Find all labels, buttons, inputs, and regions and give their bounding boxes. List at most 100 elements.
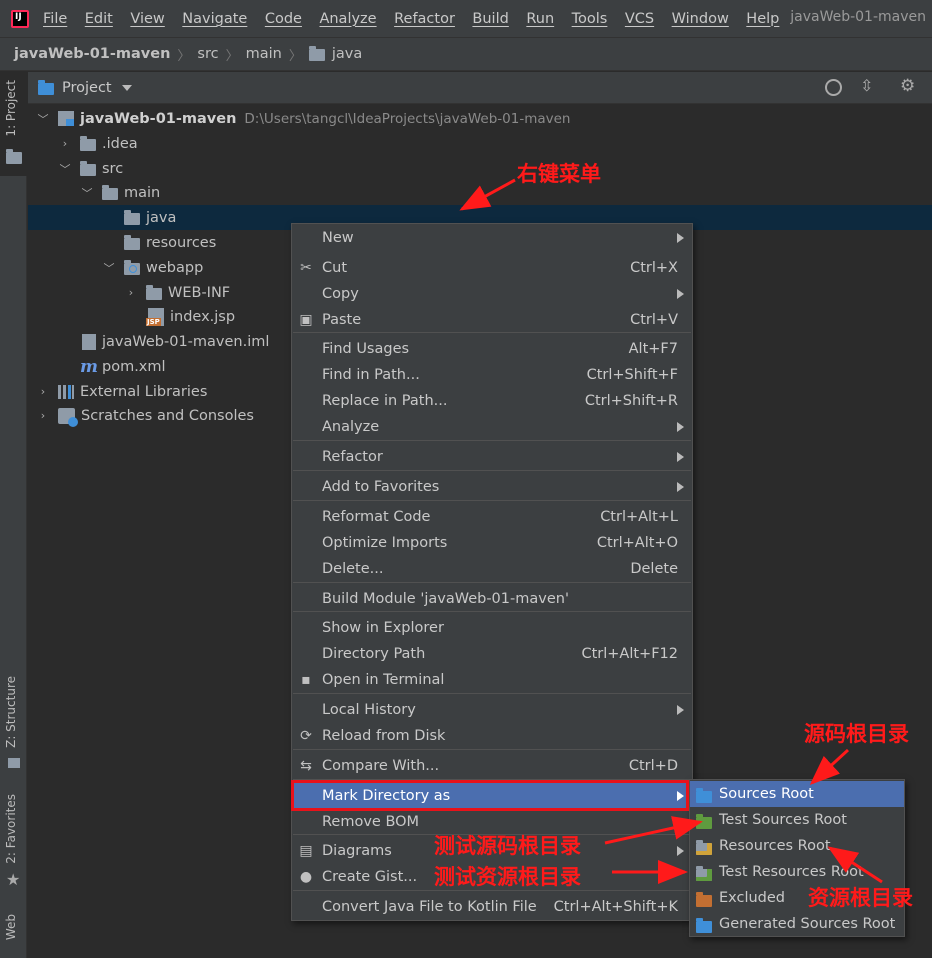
- submenu-item-sources-root[interactable]: Sources Root: [690, 781, 904, 807]
- menu-item-reformat-code[interactable]: Reformat Code Ctrl+Alt+L: [292, 504, 692, 530]
- menu-edit[interactable]: Edit: [85, 11, 113, 27]
- collapse-all-icon[interactable]: ⇳: [860, 76, 873, 95]
- menu-item-label: Optimize Imports: [322, 535, 448, 551]
- menu-window[interactable]: Window: [672, 11, 729, 27]
- menu-item-label: Show in Explorer: [322, 620, 444, 636]
- menu-item-add-to-favorites[interactable]: Add to Favorites: [292, 474, 692, 500]
- tool-window-strip: 1: Project Z: Structure 2: Favorites ★ W…: [0, 72, 27, 958]
- menu-item-open-in-terminal[interactable]: ▪ Open in Terminal: [292, 667, 692, 693]
- menu-item-show-in-explorer[interactable]: Show in Explorer: [292, 615, 692, 641]
- sources-root-folder-icon: [696, 788, 712, 803]
- web-tab[interactable]: Web: [4, 914, 18, 940]
- annotation-right-click-menu: 右键菜单: [517, 161, 601, 186]
- menu-refactor[interactable]: Refactor: [394, 11, 455, 27]
- chevron-down-icon[interactable]: [121, 84, 132, 91]
- star-icon: ★: [6, 870, 21, 889]
- menu-analyze[interactable]: Analyze: [319, 11, 376, 27]
- tree-node-label: javaWeb-01-maven: [80, 110, 237, 127]
- favorites-tab[interactable]: 2: Favorites: [4, 794, 18, 864]
- menu-view[interactable]: View: [130, 11, 164, 27]
- submenu-arrow-icon: [677, 846, 684, 856]
- chevron-right-icon[interactable]: ›: [36, 409, 50, 422]
- menu-file[interactable]: File: [43, 11, 67, 27]
- annotation-test-resources-root: 测试资源根目录: [434, 864, 581, 889]
- chevron-right-icon[interactable]: ›: [36, 385, 50, 398]
- menu-item-label: Find Usages: [322, 341, 410, 357]
- folder-icon: [146, 284, 162, 300]
- project-view-selector[interactable]: Project: [62, 80, 112, 96]
- maven-icon: m: [80, 356, 98, 377]
- submenu-item-resources-root[interactable]: Resources Root: [690, 833, 904, 859]
- menu-item-refactor[interactable]: Refactor: [292, 444, 692, 470]
- tree-node-project-root[interactable]: ﹀ javaWeb-01-maven D:\Users\tangcl\IdeaP…: [28, 106, 932, 131]
- clipboard-icon: ▣: [299, 312, 313, 328]
- menu-code[interactable]: Code: [265, 11, 302, 27]
- menu-item-optimize-imports[interactable]: Optimize Imports Ctrl+Alt+O: [292, 530, 692, 556]
- test-sources-root-folder-icon: [696, 814, 712, 829]
- submenu-item-generated-sources-root[interactable]: Generated Sources Root: [690, 911, 904, 937]
- tree-node-label: main: [124, 184, 161, 201]
- menu-item-replace-in-path[interactable]: Replace in Path... Ctrl+Shift+R: [292, 388, 692, 414]
- chevron-down-icon[interactable]: ﹀: [102, 260, 116, 276]
- locate-icon[interactable]: [825, 79, 842, 96]
- chevron-right-icon[interactable]: ›: [124, 286, 138, 299]
- jsp-file-icon: [146, 307, 164, 326]
- menu-item-find-usages[interactable]: Find Usages Alt+F7: [292, 336, 692, 362]
- menu-item-label: Analyze: [322, 419, 380, 435]
- folder-icon: [80, 135, 96, 151]
- menu-item-label: Refactor: [322, 449, 383, 465]
- chevron-right-icon[interactable]: ›: [58, 137, 72, 150]
- window-title: javaWeb-01-maven: [790, 9, 926, 25]
- menu-tools[interactable]: Tools: [572, 11, 608, 27]
- menu-item-copy[interactable]: Copy: [292, 281, 692, 307]
- breadcrumb-main[interactable]: main: [246, 46, 282, 62]
- menu-help[interactable]: Help: [746, 11, 779, 27]
- tree-node-label: javaWeb-01-maven.iml: [102, 333, 270, 350]
- breadcrumb-project[interactable]: javaWeb-01-maven: [14, 46, 170, 62]
- menu-item-label: Compare With...: [322, 758, 440, 774]
- menu-item-label: Diagrams: [322, 843, 392, 859]
- chevron-down-icon[interactable]: ﹀: [36, 111, 50, 127]
- menu-item-local-history[interactable]: Local History: [292, 697, 692, 723]
- breadcrumb-separator-icon: 〉: [225, 48, 239, 64]
- tree-node-src[interactable]: ﹀ src: [28, 156, 932, 181]
- tree-node-label: External Libraries: [80, 383, 208, 400]
- menu-item-shortcut: Ctrl+Shift+F: [586, 367, 678, 383]
- excluded-folder-icon: [696, 892, 712, 907]
- project-tab-active[interactable]: 1: Project: [0, 72, 27, 176]
- project-view-icon: [38, 79, 54, 95]
- menu-item-cut[interactable]: ✂ Cut Ctrl+X: [292, 255, 692, 281]
- chevron-down-icon[interactable]: ﹀: [80, 185, 94, 201]
- menu-item-analyze[interactable]: Analyze: [292, 414, 692, 440]
- tree-node-main[interactable]: ﹀ main: [28, 180, 932, 205]
- menu-item-new[interactable]: New: [292, 225, 692, 251]
- menu-item-directory-path[interactable]: Directory Path Ctrl+Alt+F12: [292, 641, 692, 667]
- menu-item-convert-java-file-to-kotlin-file[interactable]: Convert Java File to Kotlin File Ctrl+Alt…: [292, 894, 692, 920]
- menu-item-compare-with[interactable]: ⇆ Compare With... Ctrl+D: [292, 753, 692, 779]
- menu-build[interactable]: Build: [472, 11, 508, 27]
- menu-item-label: Open in Terminal: [322, 672, 445, 688]
- tree-node-label: index.jsp: [170, 308, 236, 325]
- menu-vcs[interactable]: VCS: [625, 11, 654, 27]
- breadcrumb-src[interactable]: src: [197, 46, 218, 62]
- submenu-arrow-icon: [677, 482, 684, 492]
- submenu-item-test-sources-root[interactable]: Test Sources Root: [690, 807, 904, 833]
- menu-item-reload-from-disk[interactable]: ⟳ Reload from Disk: [292, 723, 692, 749]
- menu-item-label: Delete...: [322, 561, 384, 577]
- menu-run[interactable]: Run: [526, 11, 554, 27]
- menu-item-label: Directory Path: [322, 646, 426, 662]
- chevron-down-icon[interactable]: ﹀: [58, 161, 72, 177]
- menu-separator: [293, 693, 691, 694]
- breadcrumb-java[interactable]: java: [332, 46, 362, 62]
- submenu-item-label: Resources Root: [719, 838, 831, 854]
- menu-item-delete[interactable]: Delete... Delete: [292, 556, 692, 582]
- menu-item-build-module-javaweb-01-maven[interactable]: Build Module 'javaWeb-01-maven': [292, 586, 692, 612]
- gear-icon[interactable]: ⚙: [900, 76, 915, 96]
- menu-item-shortcut: Ctrl+Shift+R: [584, 393, 678, 409]
- menu-item-find-in-path[interactable]: Find in Path... Ctrl+Shift+F: [292, 362, 692, 388]
- structure-tab[interactable]: Z: Structure: [4, 676, 18, 748]
- annotation-resources-root: 资源根目录: [808, 885, 913, 910]
- menu-item-paste[interactable]: ▣ Paste Ctrl+V: [292, 307, 692, 333]
- menu-navigate[interactable]: Navigate: [182, 11, 247, 27]
- tree-node-idea[interactable]: › .idea: [28, 131, 932, 156]
